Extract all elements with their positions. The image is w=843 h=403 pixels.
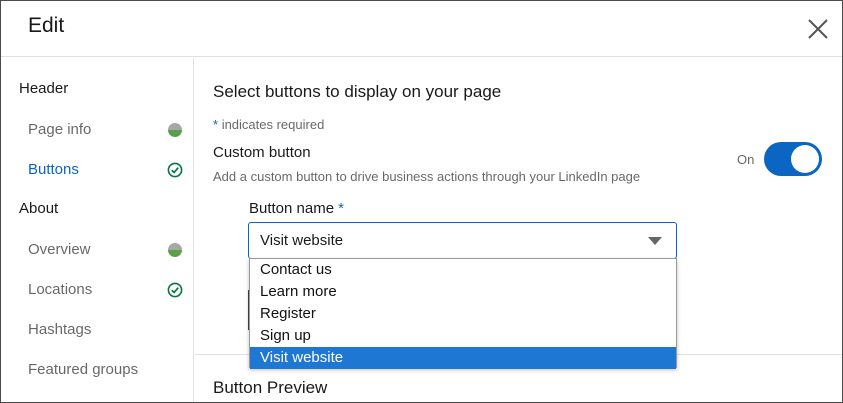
toggle-state-text: On — [737, 152, 755, 167]
half-filled-circle-icon — [168, 123, 182, 137]
sidebar-item-hashtags[interactable]: Hashtags — [1, 310, 193, 350]
sidebar-item-label: Featured groups — [28, 361, 139, 378]
toggle-knob — [791, 145, 819, 173]
dropdown-option-contact-us[interactable]: Contact us — [250, 259, 676, 281]
check-circle-icon — [167, 162, 183, 178]
sidebar-item-label: Locations — [28, 281, 93, 298]
sidebar-group-about: About — [19, 200, 59, 217]
button-name-label: Button name * — [249, 200, 344, 217]
sidebar-item-page-info[interactable]: Page info — [1, 110, 193, 150]
caret-down-icon — [648, 237, 662, 245]
dropdown-option-learn-more[interactable]: Learn more — [250, 281, 676, 303]
custom-button-label: Custom button — [213, 144, 311, 161]
button-preview-title: Button Preview — [213, 378, 328, 397]
section-title: Select buttons to display on your page — [213, 82, 502, 101]
close-button[interactable] — [804, 15, 832, 43]
custom-button-toggle[interactable] — [764, 142, 822, 176]
required-star: * — [338, 200, 344, 217]
required-note-text: indicates required — [221, 117, 325, 132]
dialog-header: Edit — [1, 1, 842, 57]
button-name-label-text: Button name — [249, 200, 335, 217]
custom-button-description: Add a custom button to drive business ac… — [213, 169, 641, 184]
sidebar-nav: Header Page info Buttons About Overview — [1, 58, 194, 402]
required-note: * indicates required — [213, 117, 324, 132]
sidebar-item-locations[interactable]: Locations — [1, 270, 193, 310]
edit-dialog: Edit Header Page info Buttons About Over… — [0, 0, 843, 403]
dialog-title: Edit — [28, 14, 65, 37]
sidebar-item-label: Hashtags — [28, 321, 92, 338]
required-star: * — [213, 117, 219, 132]
sidebar-item-featured-groups[interactable]: Featured groups — [1, 350, 193, 390]
dropdown-option-register[interactable]: Register — [250, 303, 676, 325]
sidebar-item-label: Overview — [28, 241, 91, 258]
close-icon — [808, 19, 828, 39]
sidebar-item-buttons[interactable]: Buttons — [1, 150, 193, 190]
check-circle-icon — [167, 282, 183, 298]
dropdown-option-visit-website[interactable]: Visit website — [250, 347, 676, 369]
half-filled-circle-icon — [168, 243, 182, 257]
sidebar-item-label: Buttons — [28, 161, 79, 178]
sidebar-item-label: Page info — [28, 121, 92, 138]
select-value: Visit website — [260, 232, 344, 249]
sidebar-item-overview[interactable]: Overview — [1, 230, 193, 270]
button-name-dropdown-list: Contact us Learn more Register Sign up V… — [249, 258, 677, 369]
sidebar-group-header: Header — [19, 80, 69, 97]
button-name-select[interactable]: Visit website — [248, 222, 677, 259]
dropdown-option-sign-up[interactable]: Sign up — [250, 325, 676, 347]
